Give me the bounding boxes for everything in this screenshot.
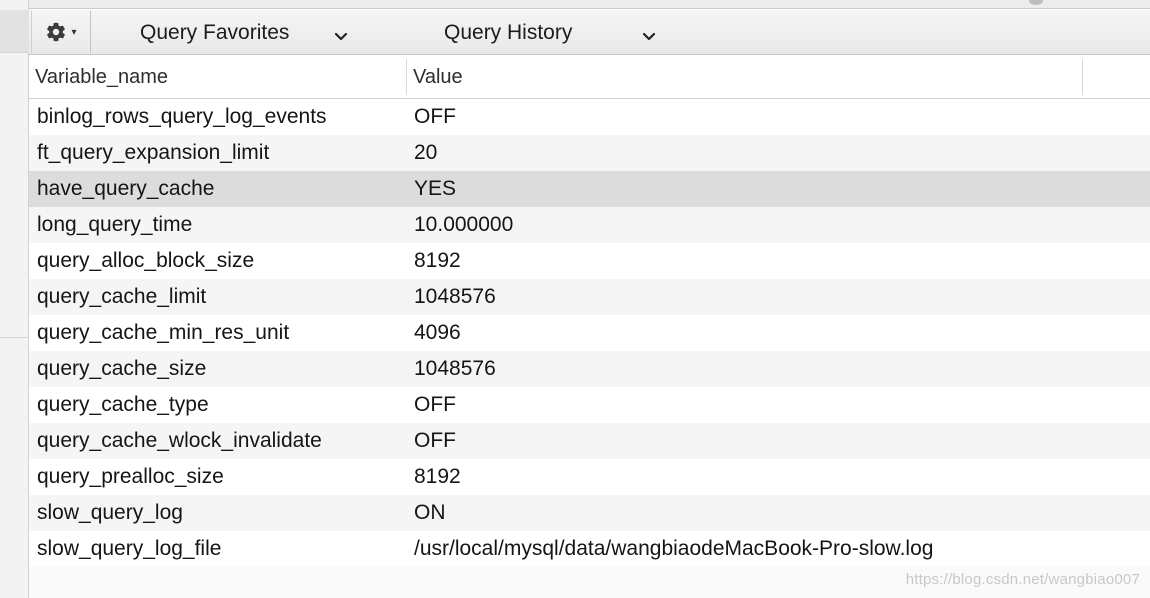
cell-variable-name[interactable]: query_prealloc_size	[37, 459, 224, 495]
table-row[interactable]: query_prealloc_size 8192	[29, 459, 1150, 495]
cell-value[interactable]: 4096	[414, 315, 461, 351]
query-history-label: Query History	[444, 20, 573, 44]
cell-variable-name[interactable]: slow_query_log	[37, 495, 183, 531]
top-strip	[29, 0, 1150, 9]
cell-value[interactable]: ON	[414, 495, 446, 531]
sidebar-selected-item[interactable]	[0, 10, 29, 52]
query-favorites-label: Query Favorites	[140, 20, 290, 44]
gear-icon	[45, 21, 67, 43]
table-row[interactable]: slow_query_log ON	[29, 495, 1150, 531]
scroll-knob[interactable]	[1029, 0, 1043, 5]
table-row[interactable]: ft_query_expansion_limit 20	[29, 135, 1150, 171]
app-window: ▾ Query Favorites Query History Variable…	[0, 0, 1150, 598]
results-table: Variable_name Value binlog_rows_query_lo…	[29, 55, 1150, 598]
caret-down-icon: ▾	[71, 27, 77, 38]
cell-value[interactable]: 10.000000	[414, 207, 513, 243]
query-history-menu[interactable]: Query History	[444, 10, 694, 55]
cell-value[interactable]: OFF	[414, 423, 456, 459]
table-row[interactable]: long_query_time 10.000000	[29, 207, 1150, 243]
left-sidebar[interactable]	[0, 0, 29, 598]
cell-variable-name[interactable]: query_cache_limit	[37, 279, 206, 315]
cell-value[interactable]: OFF	[414, 99, 456, 135]
table-row[interactable]: query_cache_limit 1048576	[29, 279, 1150, 315]
chevron-down-icon	[334, 25, 348, 49]
table-row[interactable]: binlog_rows_query_log_events OFF	[29, 99, 1150, 135]
column-header-variable-name[interactable]: Variable_name	[35, 55, 405, 99]
table-row[interactable]: query_cache_min_res_unit 4096	[29, 315, 1150, 351]
watermark: https://blog.csdn.net/wangbiao007	[905, 571, 1140, 588]
cell-variable-name[interactable]: query_cache_type	[37, 387, 209, 423]
gear-menu-button[interactable]: ▾	[31, 11, 91, 53]
chevron-down-icon	[642, 25, 656, 49]
column-header-value[interactable]: Value	[413, 55, 1083, 99]
table-row[interactable]: query_cache_type OFF	[29, 387, 1150, 423]
cell-value[interactable]: YES	[414, 171, 456, 207]
column-resize-handle[interactable]	[406, 59, 407, 95]
cell-value[interactable]: 1048576	[414, 351, 496, 387]
cell-variable-name[interactable]: long_query_time	[37, 207, 192, 243]
cell-value[interactable]: /usr/local/mysql/data/wangbiaodeMacBook-…	[414, 531, 933, 567]
sidebar-divider	[0, 52, 29, 53]
table-row[interactable]: have_query_cache YES	[29, 171, 1150, 207]
cell-variable-name[interactable]: query_cache_min_res_unit	[37, 315, 289, 351]
cell-variable-name[interactable]: query_cache_wlock_invalidate	[37, 423, 322, 459]
cell-variable-name[interactable]: ft_query_expansion_limit	[37, 135, 269, 171]
table-row[interactable]: query_cache_size 1048576	[29, 351, 1150, 387]
cell-value[interactable]: 8192	[414, 243, 461, 279]
sidebar-divider	[0, 337, 29, 338]
cell-variable-name[interactable]: query_cache_size	[37, 351, 206, 387]
table-row[interactable]: query_alloc_block_size 8192	[29, 243, 1150, 279]
table-row[interactable]: slow_query_log_file/usr/local/mysql/data…	[29, 531, 1150, 567]
table-body: binlog_rows_query_log_events OFF ft_query_…	[29, 99, 1150, 567]
cell-value[interactable]: 1048576	[414, 279, 496, 315]
table-header: Variable_name Value	[29, 55, 1150, 99]
cell-variable-name[interactable]: query_alloc_block_size	[37, 243, 254, 279]
cell-value[interactable]: 20	[414, 135, 437, 171]
column-resize-handle[interactable]	[1082, 59, 1083, 95]
cell-value[interactable]: OFF	[414, 387, 456, 423]
query-toolbar: ▾ Query Favorites Query History	[29, 10, 1150, 55]
cell-value[interactable]: 8192	[414, 459, 461, 495]
cell-variable-name[interactable]: binlog_rows_query_log_events	[37, 99, 327, 135]
cell-variable-name[interactable]: slow_query_log_file	[37, 531, 221, 567]
cell-variable-name[interactable]: have_query_cache	[37, 171, 214, 207]
query-favorites-menu[interactable]: Query Favorites	[140, 10, 370, 55]
table-row[interactable]: query_cache_wlock_invalidate OFF	[29, 423, 1150, 459]
